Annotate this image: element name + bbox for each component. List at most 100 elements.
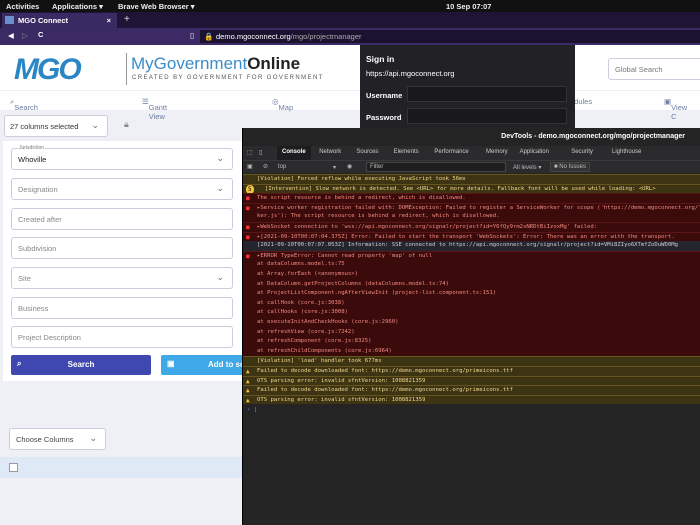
clear-console-icon[interactable]: ⊘ xyxy=(263,163,268,170)
console-error-line[interactable]: at refreshView (core.js:7242) xyxy=(243,327,700,338)
devtools-tab-network[interactable]: Network xyxy=(314,146,346,160)
search-button-label: Search xyxy=(67,360,95,369)
devtools-tabs: ⬚ ▯ Console Network Sources Elements Perform… xyxy=(243,146,700,160)
console-prompt[interactable]: › | xyxy=(243,407,700,413)
issues-button[interactable]: ■ No Issues xyxy=(550,162,590,172)
console-message: at dataColumns.model.ts:75 xyxy=(257,261,345,268)
nav-search[interactable]: ⌕ Search xyxy=(10,97,38,112)
console-error-line[interactable]: ■ The script resource is behind a redirec… xyxy=(243,193,700,203)
levels-select[interactable]: All levels ▾ xyxy=(513,164,541,171)
console-error-line[interactable]: ■ ▸ERROR TypeError: Cannot read property … xyxy=(243,250,700,261)
devtools-tab-performance[interactable]: Performance xyxy=(429,146,473,160)
mgo-logo[interactable]: MGO xyxy=(14,53,82,87)
console-message: Failed to decode downloaded font: https:… xyxy=(257,368,513,374)
url-bar[interactable]: 🔒 demo.mgoconnect.org/mgo/projectmanager xyxy=(200,30,700,43)
columns-select[interactable]: 27 columns selected ⌄ xyxy=(4,115,108,137)
nav-gantt[interactable]: ☰ Gantt View xyxy=(142,97,167,121)
activities-menu[interactable]: Activities xyxy=(6,2,39,11)
chevron-down-icon: ⌄ xyxy=(89,433,97,443)
global-search-input[interactable]: Global Search xyxy=(608,58,700,80)
close-tab-icon[interactable]: × xyxy=(107,16,111,25)
devtools-window: DevTools - demo.mgoconnect.org/mgo/proje… xyxy=(242,128,700,525)
select-all-checkbox[interactable] xyxy=(9,463,18,472)
warning-icon: ▲ xyxy=(246,387,250,395)
brand-b: Online xyxy=(247,54,301,73)
console-warning-line[interactable]: ▲ Failed to decode downloaded font: https… xyxy=(243,366,700,376)
console-warning-line[interactable]: 5 [Intervention] Slow network is detected… xyxy=(243,183,700,194)
console-error-line[interactable]: at executeInitAndCheckHooks (core.js:296… xyxy=(243,318,700,328)
console-toolbar: ▣ ⊘ top ▾ ◉ Filter All levels ▾ ■ No Iss… xyxy=(243,160,700,173)
console-error-line[interactable]: at dataColumns.model.ts:75 xyxy=(243,260,700,270)
password-input[interactable] xyxy=(407,108,567,124)
console-message: at DataColumn.getProjectColumns (dataCol… xyxy=(257,280,449,287)
browser-menu[interactable]: Brave Web Browser ▾ xyxy=(118,2,195,11)
console-message: at callHooks (core.js:3008) xyxy=(257,309,348,316)
reload-icon[interactable]: C xyxy=(38,30,43,39)
filter-input[interactable]: Filter xyxy=(366,162,506,172)
context-select[interactable]: top ▾ xyxy=(278,164,336,171)
error-icon: ■ xyxy=(246,195,250,203)
designation-select[interactable]: Designation ⌄ xyxy=(11,178,233,200)
nav-map[interactable]: ◎ Map xyxy=(272,97,293,112)
site-select[interactable]: Site ⌄ xyxy=(11,267,233,289)
new-tab-button[interactable]: + xyxy=(124,14,130,25)
console-message: [Violation] Forced reflow while executin… xyxy=(257,176,466,182)
console-error-line[interactable]: ■ ▸WebSocket connection to 'wss://api.mgo… xyxy=(243,222,700,232)
error-icon: ■ xyxy=(246,204,250,212)
console-warning-line[interactable]: ▲ OTS parsing error: invalid sfntVersion:… xyxy=(243,394,700,405)
add-to-schedule-button[interactable]: ▣ Add to sc xyxy=(161,355,251,375)
console-error-line[interactable]: at callHooks (core.js:3008) xyxy=(243,308,700,318)
lock-icon[interactable]: 🔒︎ xyxy=(124,119,129,130)
clock[interactable]: 10 Sep 07:07 xyxy=(446,2,491,11)
console-warning-line[interactable]: [Violation] 'load' handler took 677ms xyxy=(243,356,700,366)
devtools-tab-memory[interactable]: Memory xyxy=(481,146,513,160)
console-error-line[interactable]: at ProjectListComponent.ngAfterViewInit … xyxy=(243,289,700,299)
applications-menu[interactable]: Applications ▾ xyxy=(52,2,103,11)
devtools-tab-elements[interactable]: Elements xyxy=(389,146,424,160)
project-description-input[interactable]: Project Description xyxy=(11,326,233,348)
repeat-count-badge: 5 xyxy=(246,184,254,194)
devtools-tab-lighthouse[interactable]: Lighthouse xyxy=(607,146,646,160)
console-message: OTS parsing error: invalid sfntVersion: … xyxy=(257,396,426,403)
issues-label: No Issues xyxy=(559,164,586,170)
designation-placeholder: Designation xyxy=(18,185,58,194)
context-value: top xyxy=(278,164,287,170)
save-icon: ▣ xyxy=(167,359,175,368)
console-message: Failed to decode downloaded font: https:… xyxy=(257,387,513,394)
sign-in-title: Sign in xyxy=(366,54,395,64)
choose-columns-select[interactable]: Choose Columns ⌄ xyxy=(9,428,106,450)
console-warning-line[interactable]: ▲ Failed to decode downloaded font: https… xyxy=(243,385,700,395)
back-icon[interactable]: ◀ xyxy=(8,31,14,40)
subdivision-input[interactable]: Subdivision xyxy=(11,237,233,259)
console-warning-line[interactable]: ▲ OTS parsing error: invalid sfntVersion:… xyxy=(243,375,700,386)
nav-bar: ⌕ Search ☰ Gantt View ◎ Map edules ▣ Vie… xyxy=(0,90,700,121)
inspect-icon[interactable]: ⬚ xyxy=(247,149,253,156)
sidebar-toggle-icon[interactable]: ▣ xyxy=(247,163,253,170)
devtools-tab-security[interactable]: Security xyxy=(566,146,598,160)
jurisdiction-select[interactable]: Jurisdiction Whoville ⌄ xyxy=(11,145,233,170)
forward-icon[interactable]: ▷ xyxy=(22,31,28,40)
console-error-line[interactable]: at Array.forEach (<anonymous>) xyxy=(243,270,700,280)
console-warning-line[interactable]: [Violation] Forced reflow while executin… xyxy=(243,174,700,184)
devtools-tab-console[interactable]: Console xyxy=(277,146,311,160)
console-error-line[interactable]: at refreshComponent (core.js:8325) xyxy=(243,337,700,347)
device-toggle-icon[interactable]: ▯ xyxy=(259,149,262,156)
console-error-line[interactable]: at callHook (core.js:3038) xyxy=(243,298,700,309)
console-error-line[interactable]: at refreshChildComponents (core.js:6964) xyxy=(243,346,700,357)
created-after-input[interactable]: Created after xyxy=(11,208,233,230)
business-input[interactable]: Business xyxy=(11,297,233,319)
console-error-line[interactable]: ker.js'): The script resource is behind … xyxy=(243,212,700,222)
bookmark-icon[interactable]: ▯ xyxy=(190,31,194,40)
console-error-line[interactable]: ■ ▸[2021-09-10T00:07:04.375Z] Error: Fail… xyxy=(243,231,700,242)
console-info-line[interactable]: [2021-09-10T00:07:07.053Z] Information: … xyxy=(243,241,700,251)
search-button[interactable]: ⌕ Search xyxy=(11,355,151,375)
console-error-line[interactable]: at DataColumn.getProjectColumns (dataCol… xyxy=(243,279,700,290)
username-input[interactable] xyxy=(407,86,567,102)
devtools-tab-sources[interactable]: Sources xyxy=(351,146,383,160)
eye-icon[interactable]: ◉ xyxy=(347,163,352,170)
console-error-line[interactable]: ■ ▸Service worker registration failed wit… xyxy=(243,202,700,213)
devtools-tab-application[interactable]: Application xyxy=(515,146,554,160)
browser-tab[interactable]: MGO Connect × xyxy=(2,13,117,28)
nav-view[interactable]: ▣ View C xyxy=(664,97,687,121)
console-output: [Violation] Forced reflow while executin… xyxy=(243,174,700,525)
